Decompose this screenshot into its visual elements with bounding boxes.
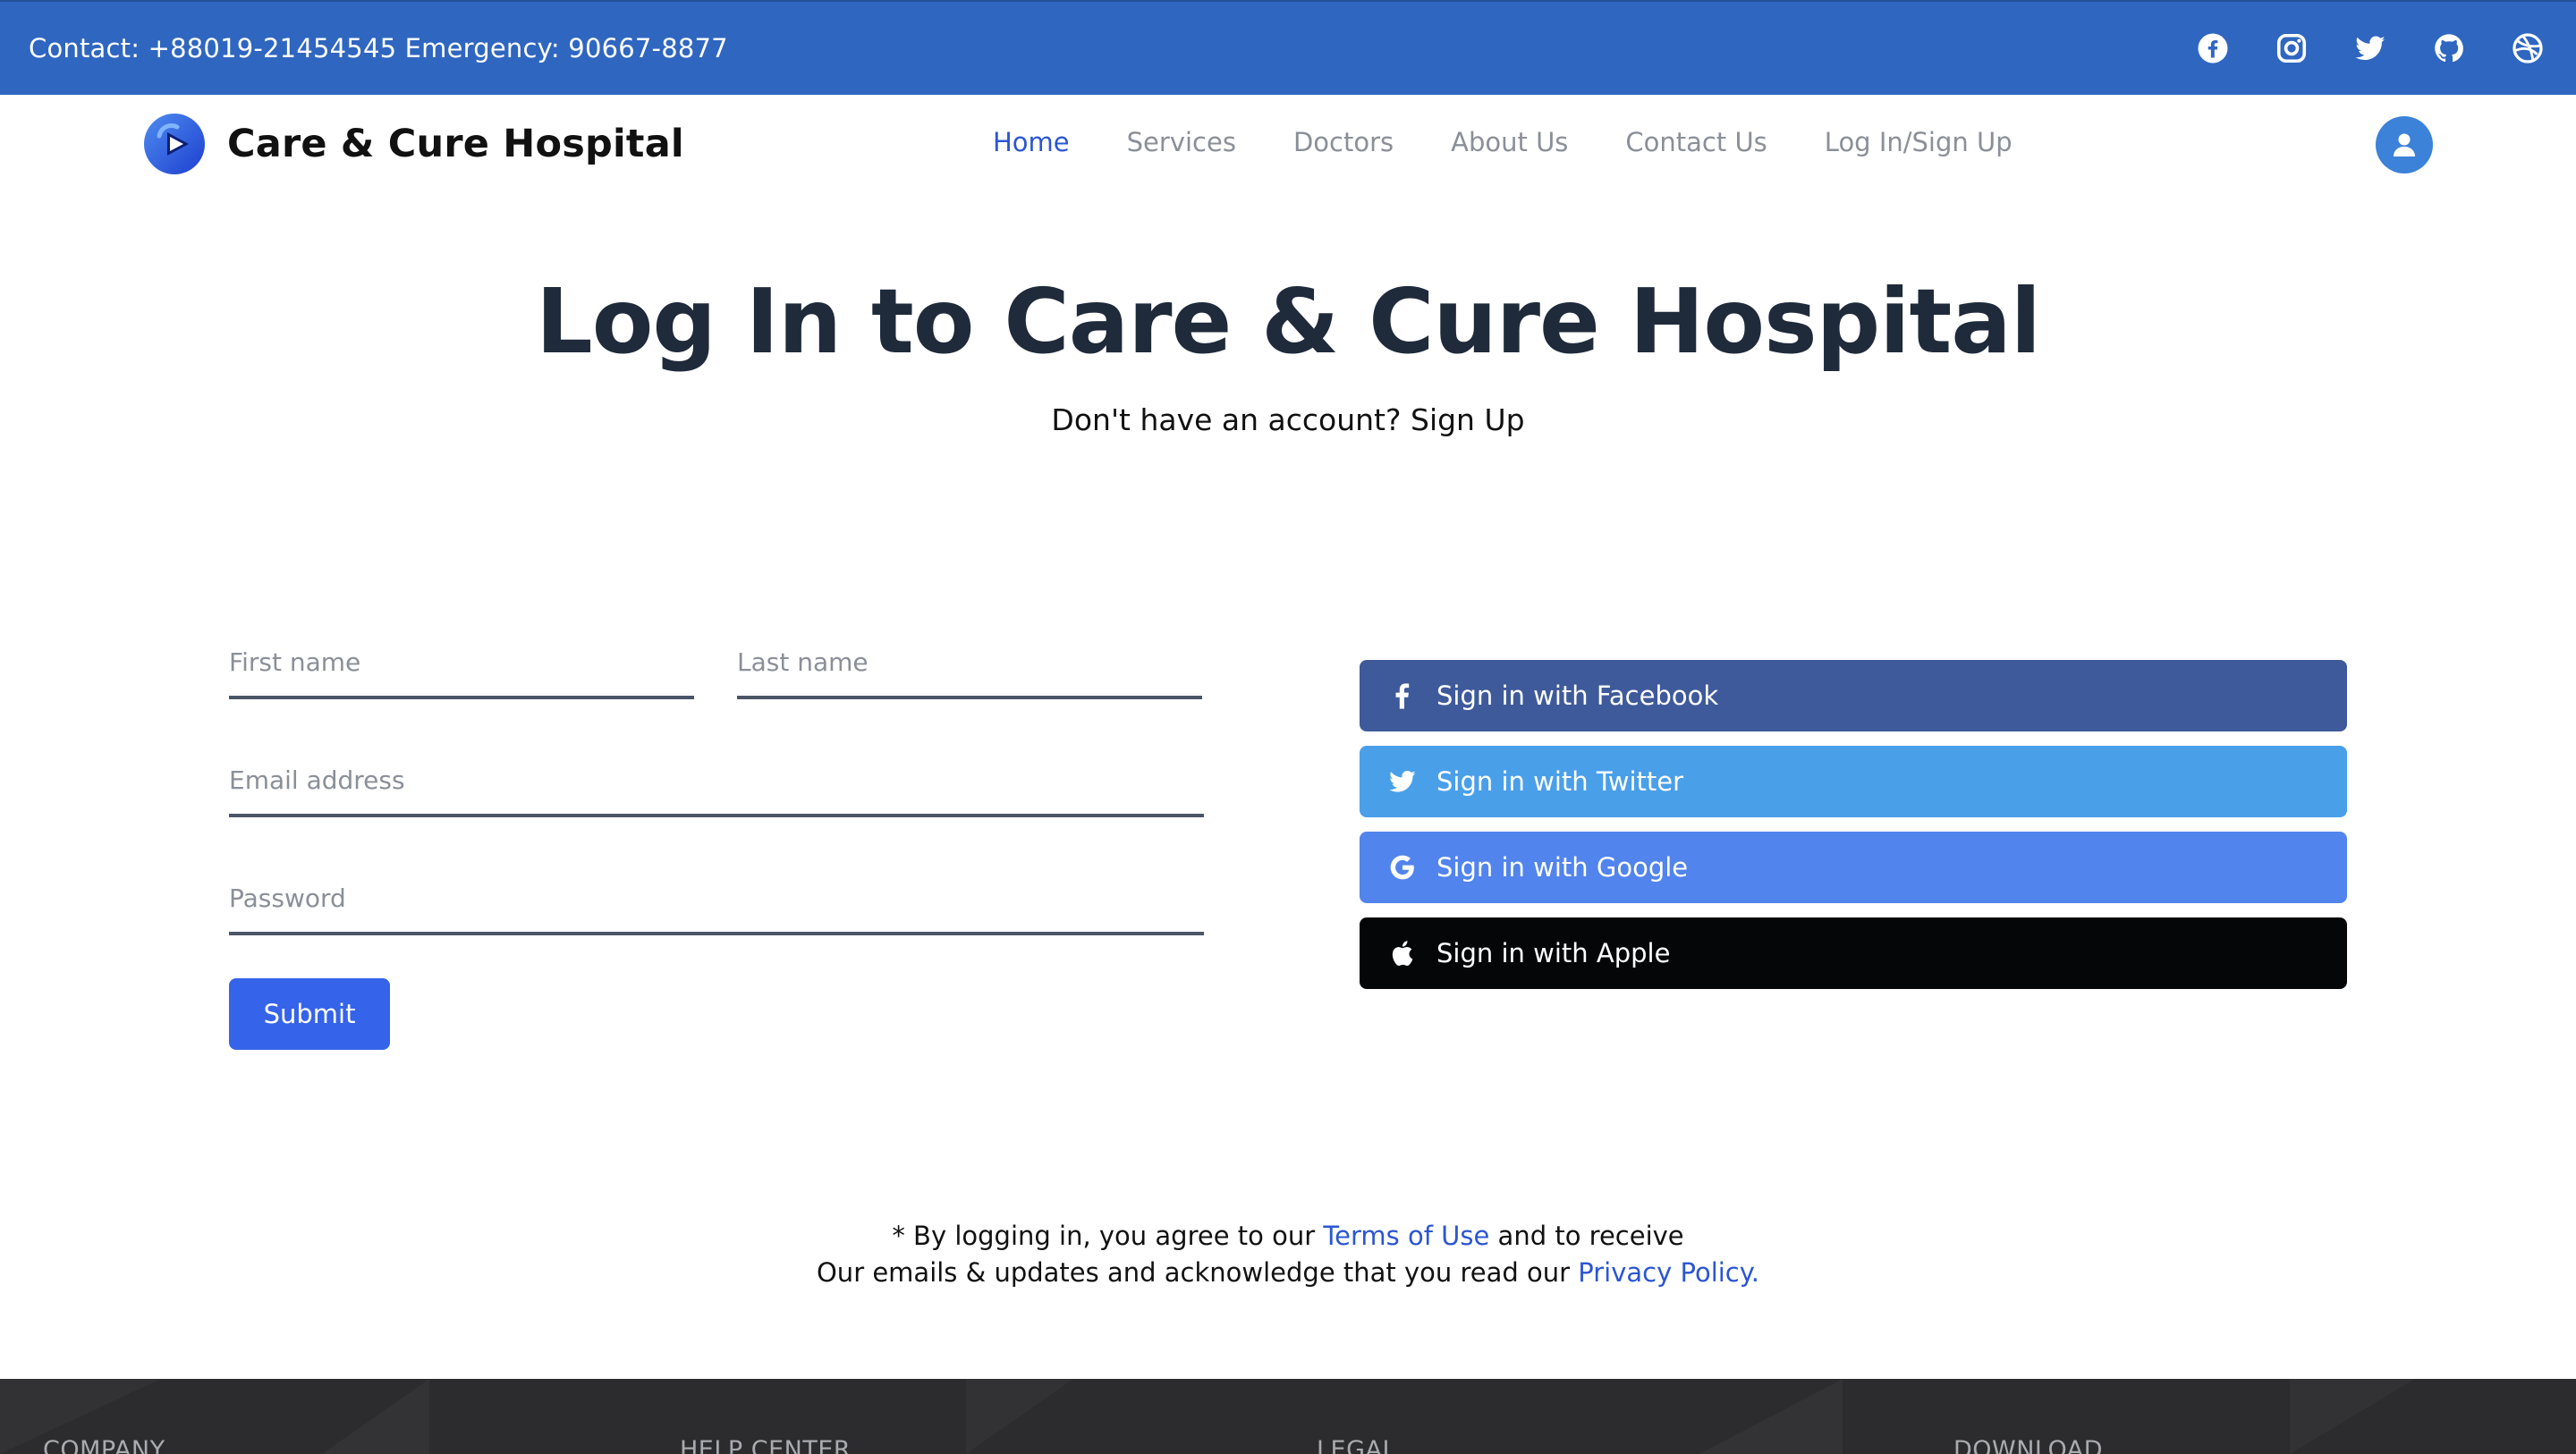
footer-pattern-4 (1699, 1379, 1843, 1454)
top-contact-bar: Contact: +88019-21454545 Emergency: 9066… (0, 0, 2576, 95)
submit-button[interactable]: Submit (229, 978, 390, 1050)
nav-login-signup[interactable]: Log In/Sign Up (1825, 127, 2012, 157)
main-navbar: Care & Cure Hospital Home Services Docto… (0, 95, 2576, 195)
primary-nav: Home Services Doctors About Us Contact U… (993, 127, 2012, 157)
google-signin-button[interactable]: Sign in with Google (1360, 832, 2347, 903)
footer-pattern-3 (966, 1379, 1073, 1454)
footer-pattern-2 (322, 1379, 429, 1454)
twitter-signin-button[interactable]: Sign in with Twitter (1360, 746, 2347, 817)
privacy-policy-link[interactable]: Privacy Policy. (1578, 1257, 1759, 1288)
apple-signin-button[interactable]: Sign in with Apple (1360, 917, 2347, 989)
twitter-icon (1389, 771, 1416, 792)
twitter-icon[interactable] (2354, 32, 2386, 64)
footer-pattern-5 (2290, 1379, 2415, 1454)
password-input[interactable] (229, 880, 1204, 935)
facebook-icon[interactable] (2197, 32, 2229, 64)
github-icon[interactable] (2433, 32, 2465, 64)
disclaimer-text-1: * By logging in, you agree to our (892, 1221, 1324, 1251)
user-icon (2394, 133, 2415, 156)
social-links (2197, 32, 2544, 64)
email-input[interactable] (229, 762, 1204, 817)
nav-contact-us[interactable]: Contact Us (1625, 127, 1767, 157)
nav-doctors[interactable]: Doctors (1293, 127, 1394, 157)
apple-icon (1392, 941, 1413, 967)
page-title: Log In to Care & Cure Hospital (535, 269, 2041, 374)
dribbble-icon[interactable] (2512, 32, 2544, 64)
google-signin-label: Sign in with Google (1436, 852, 1689, 883)
footer-heading-company: COMPANY (43, 1436, 165, 1454)
login-heading: Log In to Care & Cure Hospital Don't hav… (0, 268, 2576, 437)
terms-of-use-link[interactable]: Terms of Use (1323, 1221, 1489, 1251)
footer-heading-legal: LEGAL (1317, 1436, 1397, 1454)
disclaimer-text-3: Our emails & updates and acknowledge tha… (816, 1257, 1579, 1288)
site-footer: COMPANY HELP CENTER LEGAL DOWNLOAD (0, 1379, 2576, 1454)
nav-home[interactable]: Home (993, 127, 1070, 157)
nav-services[interactable]: Services (1127, 127, 1236, 157)
twitter-signin-label: Sign in with Twitter (1436, 766, 1684, 797)
last-name-input[interactable] (737, 644, 1202, 699)
google-icon (1390, 855, 1414, 880)
apple-signin-label: Sign in with Apple (1436, 938, 1671, 968)
instagram-icon[interactable] (2275, 32, 2308, 64)
footer-heading-help-center: HELP CENTER (680, 1436, 852, 1454)
facebook-signin-button[interactable]: Sign in with Facebook (1360, 660, 2347, 731)
facebook-icon (1395, 683, 1410, 709)
signup-prompt[interactable]: Don't have an account? Sign Up (0, 402, 2576, 437)
user-avatar-button[interactable] (2376, 116, 2433, 173)
brand[interactable]: Care & Cure Hospital (143, 113, 684, 175)
brand-name: Care & Cure Hospital (227, 122, 684, 166)
hospital-logo-icon (144, 114, 205, 174)
nav-about-us[interactable]: About Us (1451, 127, 1568, 157)
facebook-signin-label: Sign in with Facebook (1436, 681, 1719, 711)
footer-heading-download: DOWNLOAD (1953, 1436, 2104, 1454)
disclaimer-line-1: * By logging in, you agree to our Terms … (0, 1218, 2576, 1255)
disclaimer-text-2: and to receive (1489, 1221, 1684, 1251)
disclaimer-line-2: Our emails & updates and acknowledge tha… (0, 1255, 2576, 1291)
contact-info: Contact: +88019-21454545 Emergency: 9066… (29, 33, 728, 63)
first-name-input[interactable] (229, 644, 694, 699)
legal-disclaimer: * By logging in, you agree to our Terms … (0, 1218, 2576, 1291)
